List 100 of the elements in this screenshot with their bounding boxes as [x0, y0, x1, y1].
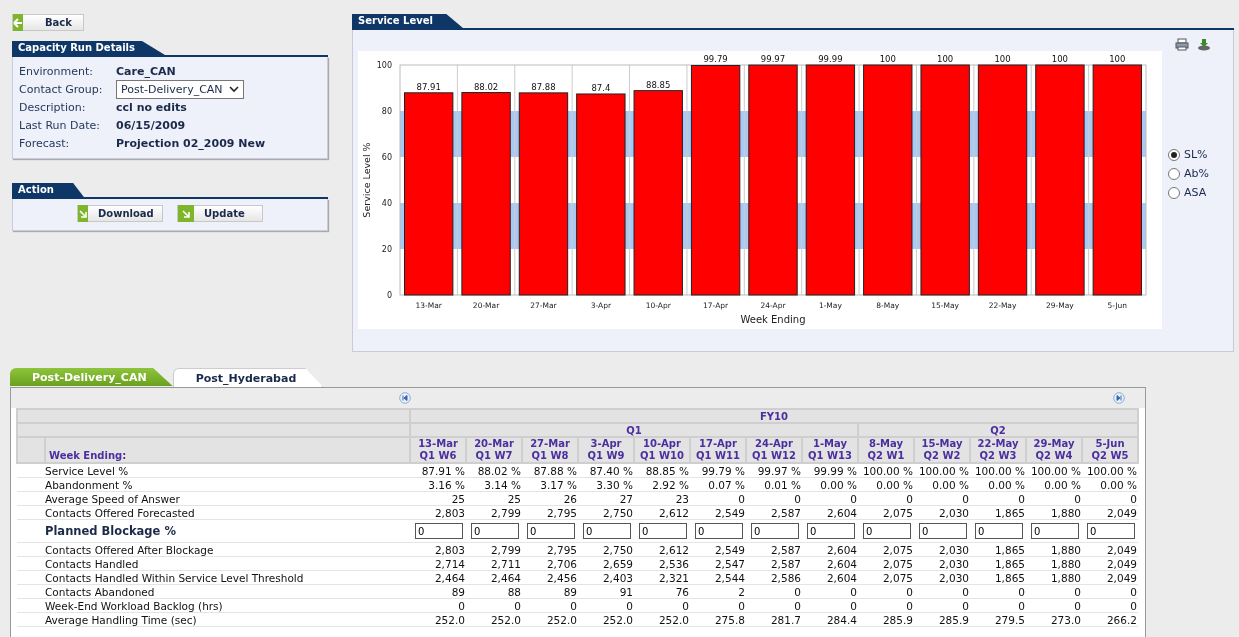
table-cell: 2,456 — [522, 570, 578, 585]
table-cell: 2,706 — [522, 556, 578, 571]
table-cell: 0 — [746, 491, 802, 506]
blockage-input[interactable]: 0 — [751, 523, 799, 539]
table-cell: 87.91 % — [410, 463, 466, 478]
arrow-left-icon — [13, 17, 23, 28]
blockage-input[interactable]: 0 — [1087, 523, 1135, 539]
table-cell: 0.07 % — [690, 477, 746, 492]
action-button[interactable]: Update — [177, 205, 263, 222]
field-value: Projection 02_2009 New — [116, 136, 266, 150]
data-label: 99.79 — [703, 54, 728, 65]
table-cell: 0 — [1026, 598, 1082, 613]
panel-title: Capacity Run Details — [12, 41, 165, 55]
panel-title: Service Level — [352, 14, 463, 28]
data-label: 100 — [1109, 54, 1126, 64]
table-cell: 1,880 — [1026, 542, 1082, 557]
table-cell: 284.4 — [802, 612, 858, 627]
table-cell: 0 — [466, 598, 522, 613]
contact-group-dropdown[interactable]: Post-Delivery_CAN — [116, 79, 244, 99]
data-label: 87.88 — [531, 81, 556, 92]
table-cell: 23 — [634, 491, 690, 506]
table-cell: 0 — [970, 584, 1026, 599]
table-cell: 285.9 — [914, 612, 970, 627]
table-cell: 0 — [802, 598, 858, 613]
table-cell: 2,544 — [690, 570, 746, 585]
table-cell: 2,075 — [858, 542, 914, 557]
table-cell: 76 — [634, 584, 690, 599]
table-cell: 1,865 — [970, 542, 1026, 557]
table-cell: 0 — [970, 491, 1026, 506]
table-cell: 2,803 — [410, 542, 466, 557]
table-cell: 25 — [410, 491, 466, 506]
table-cell: 0 — [858, 491, 914, 506]
table-cell: 2,403 — [578, 570, 634, 585]
field-label: Forecast: — [19, 136, 71, 150]
blockage-input[interactable]: 0 — [695, 523, 743, 539]
row-label: Contacts Abandoned — [45, 584, 410, 599]
blockage-input[interactable]: 0 — [863, 523, 911, 539]
tab[interactable]: Post_Hyderabad — [172, 368, 324, 387]
table-cell: 2,711 — [466, 556, 522, 571]
action-button[interactable]: Download — [77, 205, 163, 222]
table-cell: 1,865 — [970, 556, 1026, 571]
metric-radio[interactable]: ASA — [1168, 186, 1229, 199]
table-cell: 2,464 — [410, 570, 466, 585]
blockage-input[interactable]: 0 — [1031, 523, 1079, 539]
table-cell: 27 — [578, 491, 634, 506]
table-cell: 0 — [690, 598, 746, 613]
column-header: Week Ending: — [45, 437, 410, 463]
x-axis-title: Week Ending — [740, 314, 806, 325]
field-label: Description: — [19, 100, 87, 114]
table-cell: 88.85 % — [634, 463, 690, 478]
table-cell: 2,604 — [802, 542, 858, 557]
metric-radio[interactable]: SL% — [1168, 148, 1229, 161]
blockage-input[interactable]: 0 — [527, 523, 575, 539]
table-cell: 2,795 — [522, 542, 578, 557]
blockage-input[interactable]: 0 — [919, 523, 967, 539]
table-cell: 0.00 % — [970, 477, 1026, 492]
data-label: 99.97 — [760, 54, 786, 65]
row-label: Contacts Offered After Blockage — [45, 542, 410, 557]
table-cell: 0 — [1026, 584, 1082, 599]
y-axis-title: Service Level % — [361, 142, 372, 218]
table-cell: 25 — [466, 491, 522, 506]
table-cell: 2,030 — [914, 505, 970, 520]
metric-radio[interactable]: Ab% — [1168, 167, 1229, 180]
table-cell: 2,321 — [634, 570, 690, 585]
table-cell: 2 — [690, 584, 746, 599]
table-cell: 0 — [746, 584, 802, 599]
table-cell: 100.00 % — [970, 463, 1026, 478]
blockage-input[interactable]: 0 — [415, 523, 463, 539]
table-cell: 100.00 % — [1082, 463, 1138, 478]
y-tick-label: 100 — [376, 61, 392, 70]
data-label: 100 — [994, 54, 1011, 64]
first-page-icon[interactable] — [399, 392, 411, 404]
table-cell: 2,795 — [522, 505, 578, 520]
blockage-input[interactable]: 0 — [975, 523, 1023, 539]
back-button[interactable]: Back — [12, 14, 84, 31]
table-cell: 88.02 % — [466, 463, 522, 478]
table-cell: 252.0 — [522, 612, 578, 627]
last-page-icon[interactable] — [1113, 392, 1125, 404]
blockage-input[interactable]: 0 — [583, 523, 631, 539]
table-cell: 252.0 — [466, 612, 522, 627]
table-cell: 99.97 % — [746, 463, 802, 478]
y-tick-label: 60 — [381, 153, 392, 162]
table-cell: 0 — [858, 598, 914, 613]
printer-icon[interactable] — [1175, 38, 1189, 51]
table-cell: 1,865 — [970, 570, 1026, 585]
blockage-input[interactable]: 0 — [471, 523, 519, 539]
y-tick-label: 40 — [381, 199, 392, 208]
blockage-input[interactable]: 0 — [807, 523, 855, 539]
arrow-down-right-icon — [78, 208, 88, 219]
export-icon[interactable] — [1197, 38, 1211, 51]
table-cell: 0 — [1026, 491, 1082, 506]
table-cell: 99.99 % — [802, 463, 858, 478]
table-cell: 0.00 % — [1026, 477, 1082, 492]
table-cell: 89 — [410, 584, 466, 599]
blockage-input[interactable]: 0 — [639, 523, 687, 539]
table-cell: 100.00 % — [858, 463, 914, 478]
table-cell: 99.79 % — [690, 463, 746, 478]
table-cell: 2,799 — [466, 505, 522, 520]
table-cell: 2,714 — [410, 556, 466, 571]
table-cell: 0 — [578, 598, 634, 613]
